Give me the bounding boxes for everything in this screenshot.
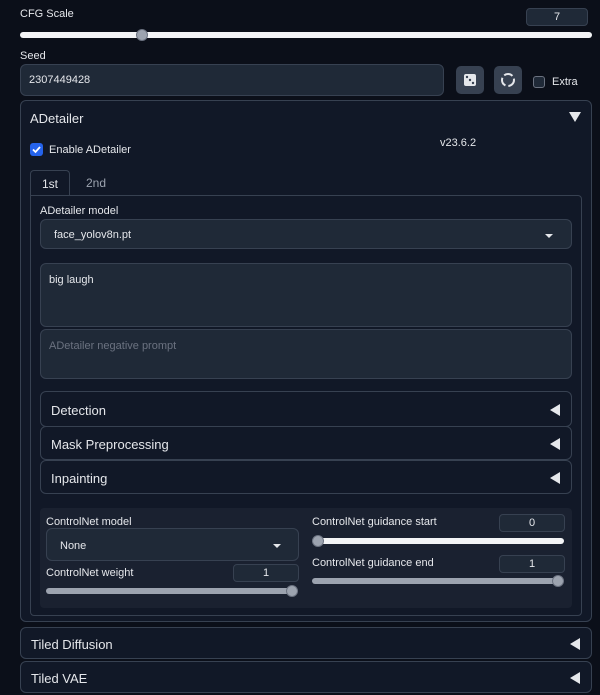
expand-icon (550, 438, 560, 450)
tiled-diffusion-label: Tiled Diffusion (31, 637, 113, 652)
adetailer-title[interactable]: ADetailer (30, 111, 83, 126)
controlnet-model-select[interactable]: None (46, 528, 299, 561)
controlnet-end-slider[interactable] (312, 578, 564, 584)
recycle-icon (501, 73, 515, 87)
inpainting-accordion[interactable]: Inpainting (40, 460, 572, 494)
controlnet-model-label: ControlNet model (46, 516, 132, 528)
controlnet-end-thumb[interactable] (552, 575, 564, 587)
tab-1st-label: 1st (41, 177, 58, 191)
enable-adetailer-checkbox[interactable] (30, 143, 43, 156)
check-icon (32, 146, 41, 154)
tab-2nd[interactable]: 2nd (76, 170, 116, 196)
expand-icon (550, 472, 560, 484)
expand-icon (570, 672, 580, 684)
controlnet-weight-value[interactable]: 1 (233, 564, 299, 582)
cfg-scale-thumb[interactable] (136, 29, 148, 41)
version-label: v23.6.2 (440, 137, 477, 149)
adetailer-negative-prompt-input[interactable]: ADetailer negative prompt (40, 329, 572, 379)
adetailer-negative-placeholder: ADetailer negative prompt (49, 340, 177, 352)
expand-icon (550, 404, 560, 416)
adetailer-model-value: face_yolov8n.pt (54, 229, 132, 241)
extra-label: Extra (552, 76, 578, 88)
seed-value: 2307449428 (29, 74, 91, 86)
dice-icon (464, 74, 476, 86)
controlnet-end-value[interactable]: 1 (499, 555, 565, 573)
controlnet-start-label: ControlNet guidance start (312, 516, 437, 528)
detection-accordion[interactable]: Detection (40, 391, 572, 427)
tab-2nd-label: 2nd (85, 176, 107, 190)
controlnet-weight-thumb[interactable] (286, 585, 298, 597)
seed-input[interactable]: 2307449428 (20, 64, 444, 96)
adetailer-prompt-input[interactable]: big laugh (40, 263, 572, 327)
seed-label: Seed (20, 50, 46, 62)
controlnet-start-slider[interactable] (312, 538, 564, 544)
collapse-icon[interactable] (569, 112, 581, 122)
controlnet-model-value: None (60, 540, 87, 552)
cfg-scale-slider[interactable] (20, 32, 592, 38)
expand-icon (570, 638, 580, 650)
controlnet-weight-slider[interactable] (46, 588, 298, 594)
cfg-scale-value[interactable]: 7 (526, 8, 588, 26)
cfg-scale-label: CFG Scale (20, 8, 74, 20)
tiled-vae-label: Tiled VAE (31, 671, 88, 686)
detection-label: Detection (51, 403, 106, 418)
adetailer-prompt-value: big laugh (49, 274, 94, 286)
tiled-vae-accordion[interactable]: Tiled VAE (20, 661, 592, 693)
enable-adetailer-label: Enable ADetailer (49, 144, 131, 156)
controlnet-start-value[interactable]: 0 (499, 514, 565, 532)
controlnet-weight-label: ControlNet weight (46, 567, 134, 579)
mask-preprocessing-label: Mask Preprocessing (51, 437, 169, 452)
chevron-down-icon (273, 544, 281, 548)
tab-1st[interactable]: 1st (30, 170, 70, 196)
controlnet-start-thumb[interactable] (312, 535, 324, 547)
controlnet-end-label: ControlNet guidance end (312, 557, 434, 569)
inpainting-label: Inpainting (51, 471, 108, 486)
reuse-seed-button[interactable] (494, 66, 522, 94)
extra-checkbox[interactable] (533, 76, 545, 88)
chevron-down-icon (545, 234, 553, 238)
mask-preprocessing-accordion[interactable]: Mask Preprocessing (40, 426, 572, 460)
adetailer-model-label: ADetailer model (40, 205, 119, 217)
random-seed-button[interactable] (456, 66, 484, 94)
tiled-diffusion-accordion[interactable]: Tiled Diffusion (20, 627, 592, 659)
adetailer-model-select[interactable]: face_yolov8n.pt (40, 219, 572, 249)
